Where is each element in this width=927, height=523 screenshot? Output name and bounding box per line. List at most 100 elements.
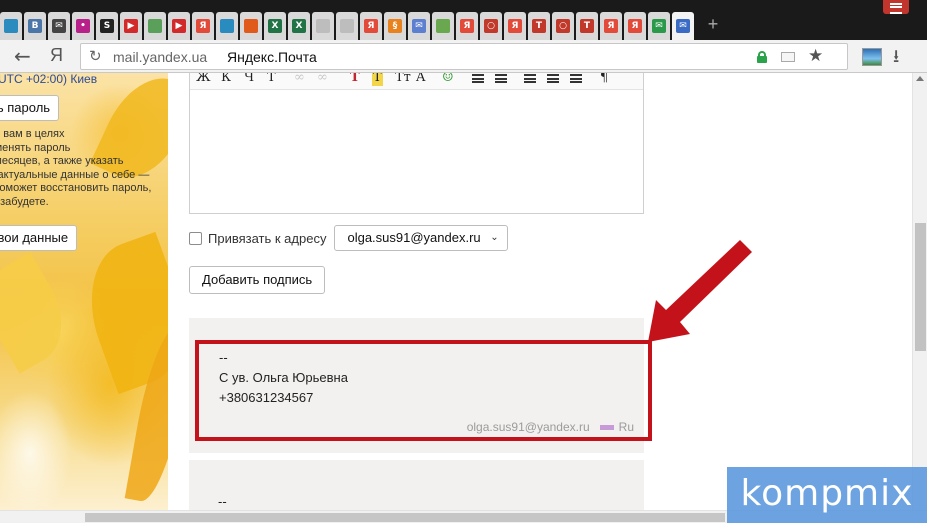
signature-editor[interactable]: Ж К Ч Т ∞ ∞ T T Tт A ☺ ¶ — [189, 73, 644, 214]
leaf-icon — [436, 19, 450, 33]
windows-icon — [244, 19, 258, 33]
browser-tab[interactable]: B — [24, 12, 46, 40]
bookmark-star-icon[interactable]: ★ — [808, 46, 823, 66]
lock-icon[interactable] — [757, 51, 767, 63]
timezone-link[interactable]: (UTC +02:00) Киев — [0, 73, 97, 86]
browser-tab[interactable] — [216, 12, 238, 40]
browser-tab[interactable]: Я — [192, 12, 214, 40]
youtube-icon: ▶ — [124, 19, 138, 33]
annotation-arrow-icon — [648, 240, 752, 342]
browser-tab[interactable]: X — [264, 12, 286, 40]
s-icon: S — [100, 19, 114, 33]
browser-toolbar: ← Я ↻ mail.yandex.ua Яндекс.Почта ★ ⭳ — [0, 40, 927, 73]
add-signature-button[interactable]: Добавить подпись — [189, 266, 326, 294]
yandex-icon: Я — [196, 19, 210, 33]
browser-tab[interactable]: ▶ — [120, 12, 142, 40]
signature-card[interactable]: -- — [189, 460, 644, 510]
scrollbar-thumb[interactable] — [85, 513, 725, 522]
bullet-list-button[interactable] — [472, 74, 484, 83]
browser-tab-strip: B ✉ • S ▶ ▶ Я X X Я § ✉ Я ○ Я T ○ T Я Я ✉ ✉ + — [0, 0, 927, 40]
align-center-button[interactable] — [547, 74, 559, 83]
clear-format-button[interactable]: ¶ — [600, 73, 608, 86]
change-password-button[interactable]: Изменить пароль — [0, 95, 60, 121]
update-profile-button[interactable]: Указать свои данные — [0, 225, 78, 251]
reload-icon[interactable]: ↻ — [89, 47, 102, 65]
link-button[interactable]: ∞ — [294, 73, 305, 86]
monitor-icon — [4, 19, 18, 33]
mail-icon: ✉ — [676, 19, 690, 33]
yandex-home-button[interactable]: Я — [50, 45, 63, 66]
excel-icon: X — [268, 19, 282, 33]
browser-tab[interactable] — [312, 12, 334, 40]
download-icon[interactable]: ⭳ — [893, 44, 899, 74]
numbered-list-button[interactable] — [495, 74, 507, 83]
browser-tab[interactable]: § — [384, 12, 406, 40]
vertical-scrollbar[interactable] — [912, 73, 927, 510]
browser-tab[interactable]: ▶ — [168, 12, 190, 40]
browser-tab[interactable]: Я — [504, 12, 526, 40]
circle-icon: ○ — [484, 19, 498, 33]
highlight-button[interactable]: T — [372, 73, 383, 86]
t-icon: T — [532, 19, 546, 33]
unlink-button[interactable]: ∞ — [317, 73, 328, 86]
scrollbar-thumb[interactable] — [915, 223, 926, 351]
emoji-button[interactable]: ☺ — [442, 73, 454, 86]
browser-tab[interactable]: ✉ — [408, 12, 430, 40]
bind-address-label[interactable]: Привязать к адресу — [208, 231, 326, 246]
align-right-button[interactable] — [570, 74, 582, 83]
mail-icon[interactable] — [781, 52, 795, 62]
scroll-up-icon[interactable] — [916, 76, 924, 81]
browser-tab[interactable]: ○ — [480, 12, 502, 40]
browser-tab[interactable]: ○ — [552, 12, 574, 40]
browser-tab[interactable]: ✉ — [48, 12, 70, 40]
browser-tab[interactable] — [0, 12, 22, 40]
url-host: mail.yandex.ua — [113, 49, 208, 65]
align-left-button[interactable] — [524, 74, 536, 83]
mail-icon: ✉ — [652, 19, 666, 33]
excel-icon: X — [292, 19, 306, 33]
browser-tab[interactable]: • — [72, 12, 94, 40]
browser-tab[interactable]: Я — [624, 12, 646, 40]
monitor-icon — [220, 19, 234, 33]
browser-tab[interactable]: T — [576, 12, 598, 40]
bind-address-checkbox[interactable] — [189, 231, 202, 245]
puzzle-icon — [148, 19, 162, 33]
underline-button[interactable]: Ч — [244, 73, 254, 86]
swirl-icon: § — [388, 19, 402, 33]
browser-tab[interactable]: Я — [360, 12, 382, 40]
formatting-toolbar: Ж К Ч Т ∞ ∞ T T Tт A ☺ ¶ — [190, 73, 643, 90]
browser-tab[interactable]: X — [288, 12, 310, 40]
bold-button[interactable]: Ж — [196, 73, 211, 86]
browser-menu-button[interactable] — [883, 0, 909, 14]
browser-tab[interactable]: Я — [600, 12, 622, 40]
circle-icon: ○ — [556, 19, 570, 33]
strikethrough-button[interactable]: Т — [267, 73, 276, 86]
odnoklassniki-icon: • — [76, 19, 90, 33]
font-size-button[interactable]: Tт — [395, 73, 411, 86]
tab-list: B ✉ • S ▶ ▶ Я X X Я § ✉ Я ○ Я T ○ T Я Я ✉ ✉ + — [0, 12, 724, 40]
browser-tab[interactable]: ✉ — [672, 12, 694, 40]
text-color-button[interactable]: T — [350, 73, 360, 86]
browser-tab[interactable] — [432, 12, 454, 40]
image-extension-icon[interactable] — [862, 48, 882, 66]
browser-tab[interactable]: Я — [456, 12, 478, 40]
address-select-value: olga.sus91@yandex.ru — [347, 230, 481, 245]
italic-button[interactable]: К — [221, 73, 231, 86]
font-button[interactable]: A — [416, 73, 425, 86]
browser-tab[interactable] — [240, 12, 262, 40]
address-select[interactable]: olga.sus91@yandex.ru ⌄ — [334, 225, 508, 251]
browser-tab[interactable]: S — [96, 12, 118, 40]
back-button[interactable]: ← — [14, 44, 31, 68]
youtube-icon: ▶ — [172, 19, 186, 33]
browser-tab[interactable]: ✉ — [648, 12, 670, 40]
address-bar[interactable]: ↻ mail.yandex.ua Яндекс.Почта ★ — [80, 43, 848, 70]
browser-tab[interactable] — [144, 12, 166, 40]
watermark-logo: kompmix — [727, 467, 927, 523]
bind-address-row: Привязать к адресу olga.sus91@yandex.ru … — [189, 225, 508, 251]
t-icon: T — [580, 19, 594, 33]
new-tab-button[interactable]: + — [702, 12, 724, 36]
browser-tab[interactable]: T — [528, 12, 550, 40]
yandex-icon: Я — [508, 19, 522, 33]
browser-tab[interactable] — [336, 12, 358, 40]
yandex-icon: Я — [460, 19, 474, 33]
